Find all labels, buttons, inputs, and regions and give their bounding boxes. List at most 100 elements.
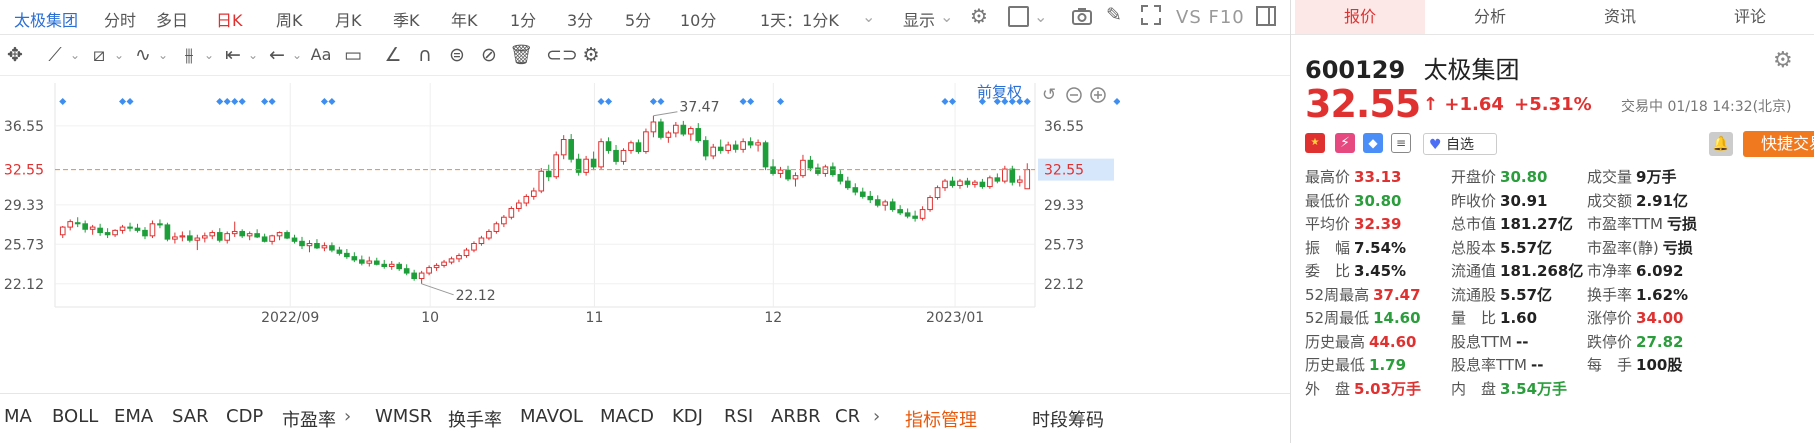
period-tab-3min[interactable]: 3分 xyxy=(567,7,593,31)
indicator-macd[interactable]: MACD xyxy=(600,406,654,427)
candle-body xyxy=(179,235,186,238)
camera-icon[interactable] xyxy=(1070,5,1094,31)
quote-item: 涨停价 34.00 xyxy=(1587,307,1683,329)
indicator-manage-button[interactable]: 指标管理 xyxy=(905,406,977,432)
period-tab-yearly[interactable]: 年K xyxy=(451,7,478,31)
layout-square-icon[interactable] xyxy=(1008,6,1029,31)
display-dropdown[interactable]: 显示 xyxy=(903,7,935,31)
indicator-kdj[interactable]: KDJ xyxy=(672,406,703,427)
lock-drawing-icon[interactable]: ⊜ xyxy=(444,43,470,67)
period-select[interactable]: 1天：1分K xyxy=(760,7,839,31)
candle xyxy=(373,257,380,266)
link-icon[interactable]: ⊂⊃ xyxy=(546,43,578,67)
chevron-right-icon[interactable]: › xyxy=(344,406,351,427)
zoom-in-icon[interactable] xyxy=(1090,87,1106,103)
candle-body xyxy=(463,249,470,257)
indicator-wmsr[interactable]: WMSR xyxy=(375,406,432,427)
candle-body xyxy=(486,230,492,239)
reset-icon[interactable]: ↺ xyxy=(1042,85,1056,105)
period-tab-multiday[interactable]: 多日 xyxy=(156,7,188,31)
sidebar-toggle-icon[interactable] xyxy=(1256,6,1276,30)
heart-icon: ♥ xyxy=(1429,137,1442,153)
chevron-down-icon[interactable]: ⌄ xyxy=(862,7,875,26)
hide-drawing-icon[interactable]: ⊘ xyxy=(476,43,502,67)
indicator-turnover[interactable]: 换手率 xyxy=(448,406,502,432)
margin-icon[interactable]: ⚡ xyxy=(1335,133,1355,153)
indicator-sar[interactable]: SAR xyxy=(172,406,209,427)
fullscreen-icon[interactable] xyxy=(1140,4,1162,30)
period-tab-weekly[interactable]: 周K xyxy=(276,7,303,31)
indicator-ema[interactable]: EMA xyxy=(114,406,153,427)
period-tab-daily[interactable]: 日K xyxy=(216,7,243,31)
candle-body xyxy=(912,215,918,219)
period-tab-monthly[interactable]: 月K xyxy=(335,7,362,31)
quote-label: 振 幅 xyxy=(1305,238,1351,257)
indicator-ma[interactable]: MA xyxy=(4,406,32,427)
chevron-down-icon[interactable]: ⌄ xyxy=(196,43,222,67)
period-tab-5min[interactable]: 5分 xyxy=(625,7,651,31)
vs-f10-button[interactable]: VS F10 xyxy=(1176,7,1245,28)
quote-item: 成交量 9万手 xyxy=(1587,166,1676,188)
watchlist-button[interactable]: ♥ 自选 xyxy=(1423,133,1497,155)
indicator-pe[interactable]: 市盈率 xyxy=(282,406,336,432)
comment-icon[interactable]: ▭ xyxy=(340,43,366,67)
candle xyxy=(456,253,462,263)
trash-icon[interactable]: 🗑 xyxy=(508,43,534,67)
magnet-icon[interactable]: ∩ xyxy=(412,43,438,67)
indicator-boll[interactable]: BOLL xyxy=(52,406,98,427)
chevron-down-icon[interactable]: ⌄ xyxy=(240,43,266,67)
chevron-down-icon[interactable]: ⌄ xyxy=(940,7,953,26)
candlestick-chart[interactable]: 36.5532.5529.3325.7322.1232.55 36.5532.5… xyxy=(0,75,1120,393)
candle-body xyxy=(231,230,238,235)
quote-sidebar: 报价 分析 资讯 评论 600129 太极集团 ⚙ 32.55 ↑ +1.64 … xyxy=(1290,0,1814,443)
text-tool-icon[interactable]: Aa xyxy=(308,43,334,67)
indicator-mavol[interactable]: MAVOL xyxy=(520,406,583,427)
period-range-button[interactable]: 时段 xyxy=(1032,406,1068,432)
candle-body xyxy=(508,207,515,218)
tab-comments[interactable]: 评论 xyxy=(1685,0,1814,34)
angle-tool-icon[interactable]: ∠ xyxy=(380,43,406,67)
candle xyxy=(516,199,522,212)
move-cross-icon[interactable]: ✥ xyxy=(2,43,28,67)
stock-name-tab[interactable]: 太极集团 xyxy=(14,7,78,31)
document-icon[interactable]: ≡ xyxy=(1391,133,1411,153)
chevron-down-icon[interactable]: ⌄ xyxy=(1034,7,1047,26)
settings-gear-icon[interactable]: ⚙ xyxy=(1773,48,1793,73)
indicator-rsi[interactable]: RSI xyxy=(724,406,753,427)
tag-icon[interactable]: ◆ xyxy=(1363,133,1383,153)
quick-trade-button[interactable]: 快捷交易 xyxy=(1743,131,1814,157)
period-tab-10min[interactable]: 10分 xyxy=(680,7,716,31)
x-axis: 2022/09 10 11 12 2023/01 xyxy=(261,310,984,326)
tab-news[interactable]: 资讯 xyxy=(1555,0,1685,34)
candle xyxy=(650,115,657,138)
period-tab-1min[interactable]: 1分 xyxy=(510,7,536,31)
candle-body xyxy=(994,177,1001,182)
candle-body xyxy=(785,169,791,180)
chevron-down-icon[interactable]: ⌄ xyxy=(284,43,310,67)
indicator-cdp[interactable]: CDP xyxy=(226,406,263,427)
chip-distribution-button[interactable]: 筹码 xyxy=(1068,406,1104,432)
pencil-icon[interactable]: ✎ xyxy=(1106,4,1122,26)
adjust-mode-button[interactable]: 前复权 xyxy=(977,83,1022,101)
candle xyxy=(463,247,470,258)
indicator-arbr[interactable]: ARBR xyxy=(771,406,821,427)
chevron-down-icon[interactable]: ⌄ xyxy=(106,43,132,67)
period-tab-quarterly[interactable]: 季K xyxy=(393,7,420,31)
bell-icon[interactable]: 🔔 xyxy=(1709,132,1733,156)
stock-name: 太极集团 xyxy=(1423,56,1520,84)
quote-value: 181.268亿 xyxy=(1500,262,1584,280)
drawing-settings-icon[interactable]: ⚙ xyxy=(578,43,604,67)
tab-quote[interactable]: 报价 xyxy=(1295,0,1425,34)
chevron-down-icon[interactable]: ⌄ xyxy=(62,43,88,67)
period-tab-intraday[interactable]: 分时 xyxy=(104,7,136,31)
chevron-down-icon[interactable]: ⌄ xyxy=(150,43,176,67)
zoom-out-icon[interactable] xyxy=(1066,87,1082,103)
quote-value: 9万手 xyxy=(1636,168,1677,186)
chevron-right-icon[interactable]: › xyxy=(873,406,880,427)
candle-body xyxy=(321,245,328,249)
settings-gear-icon[interactable]: ⚙ xyxy=(970,4,988,28)
tab-analysis[interactable]: 分析 xyxy=(1425,0,1555,34)
indicator-cr[interactable]: CR xyxy=(835,406,860,427)
y-tick-label: 25.73 xyxy=(4,237,44,253)
event-marker-icon xyxy=(261,97,269,106)
